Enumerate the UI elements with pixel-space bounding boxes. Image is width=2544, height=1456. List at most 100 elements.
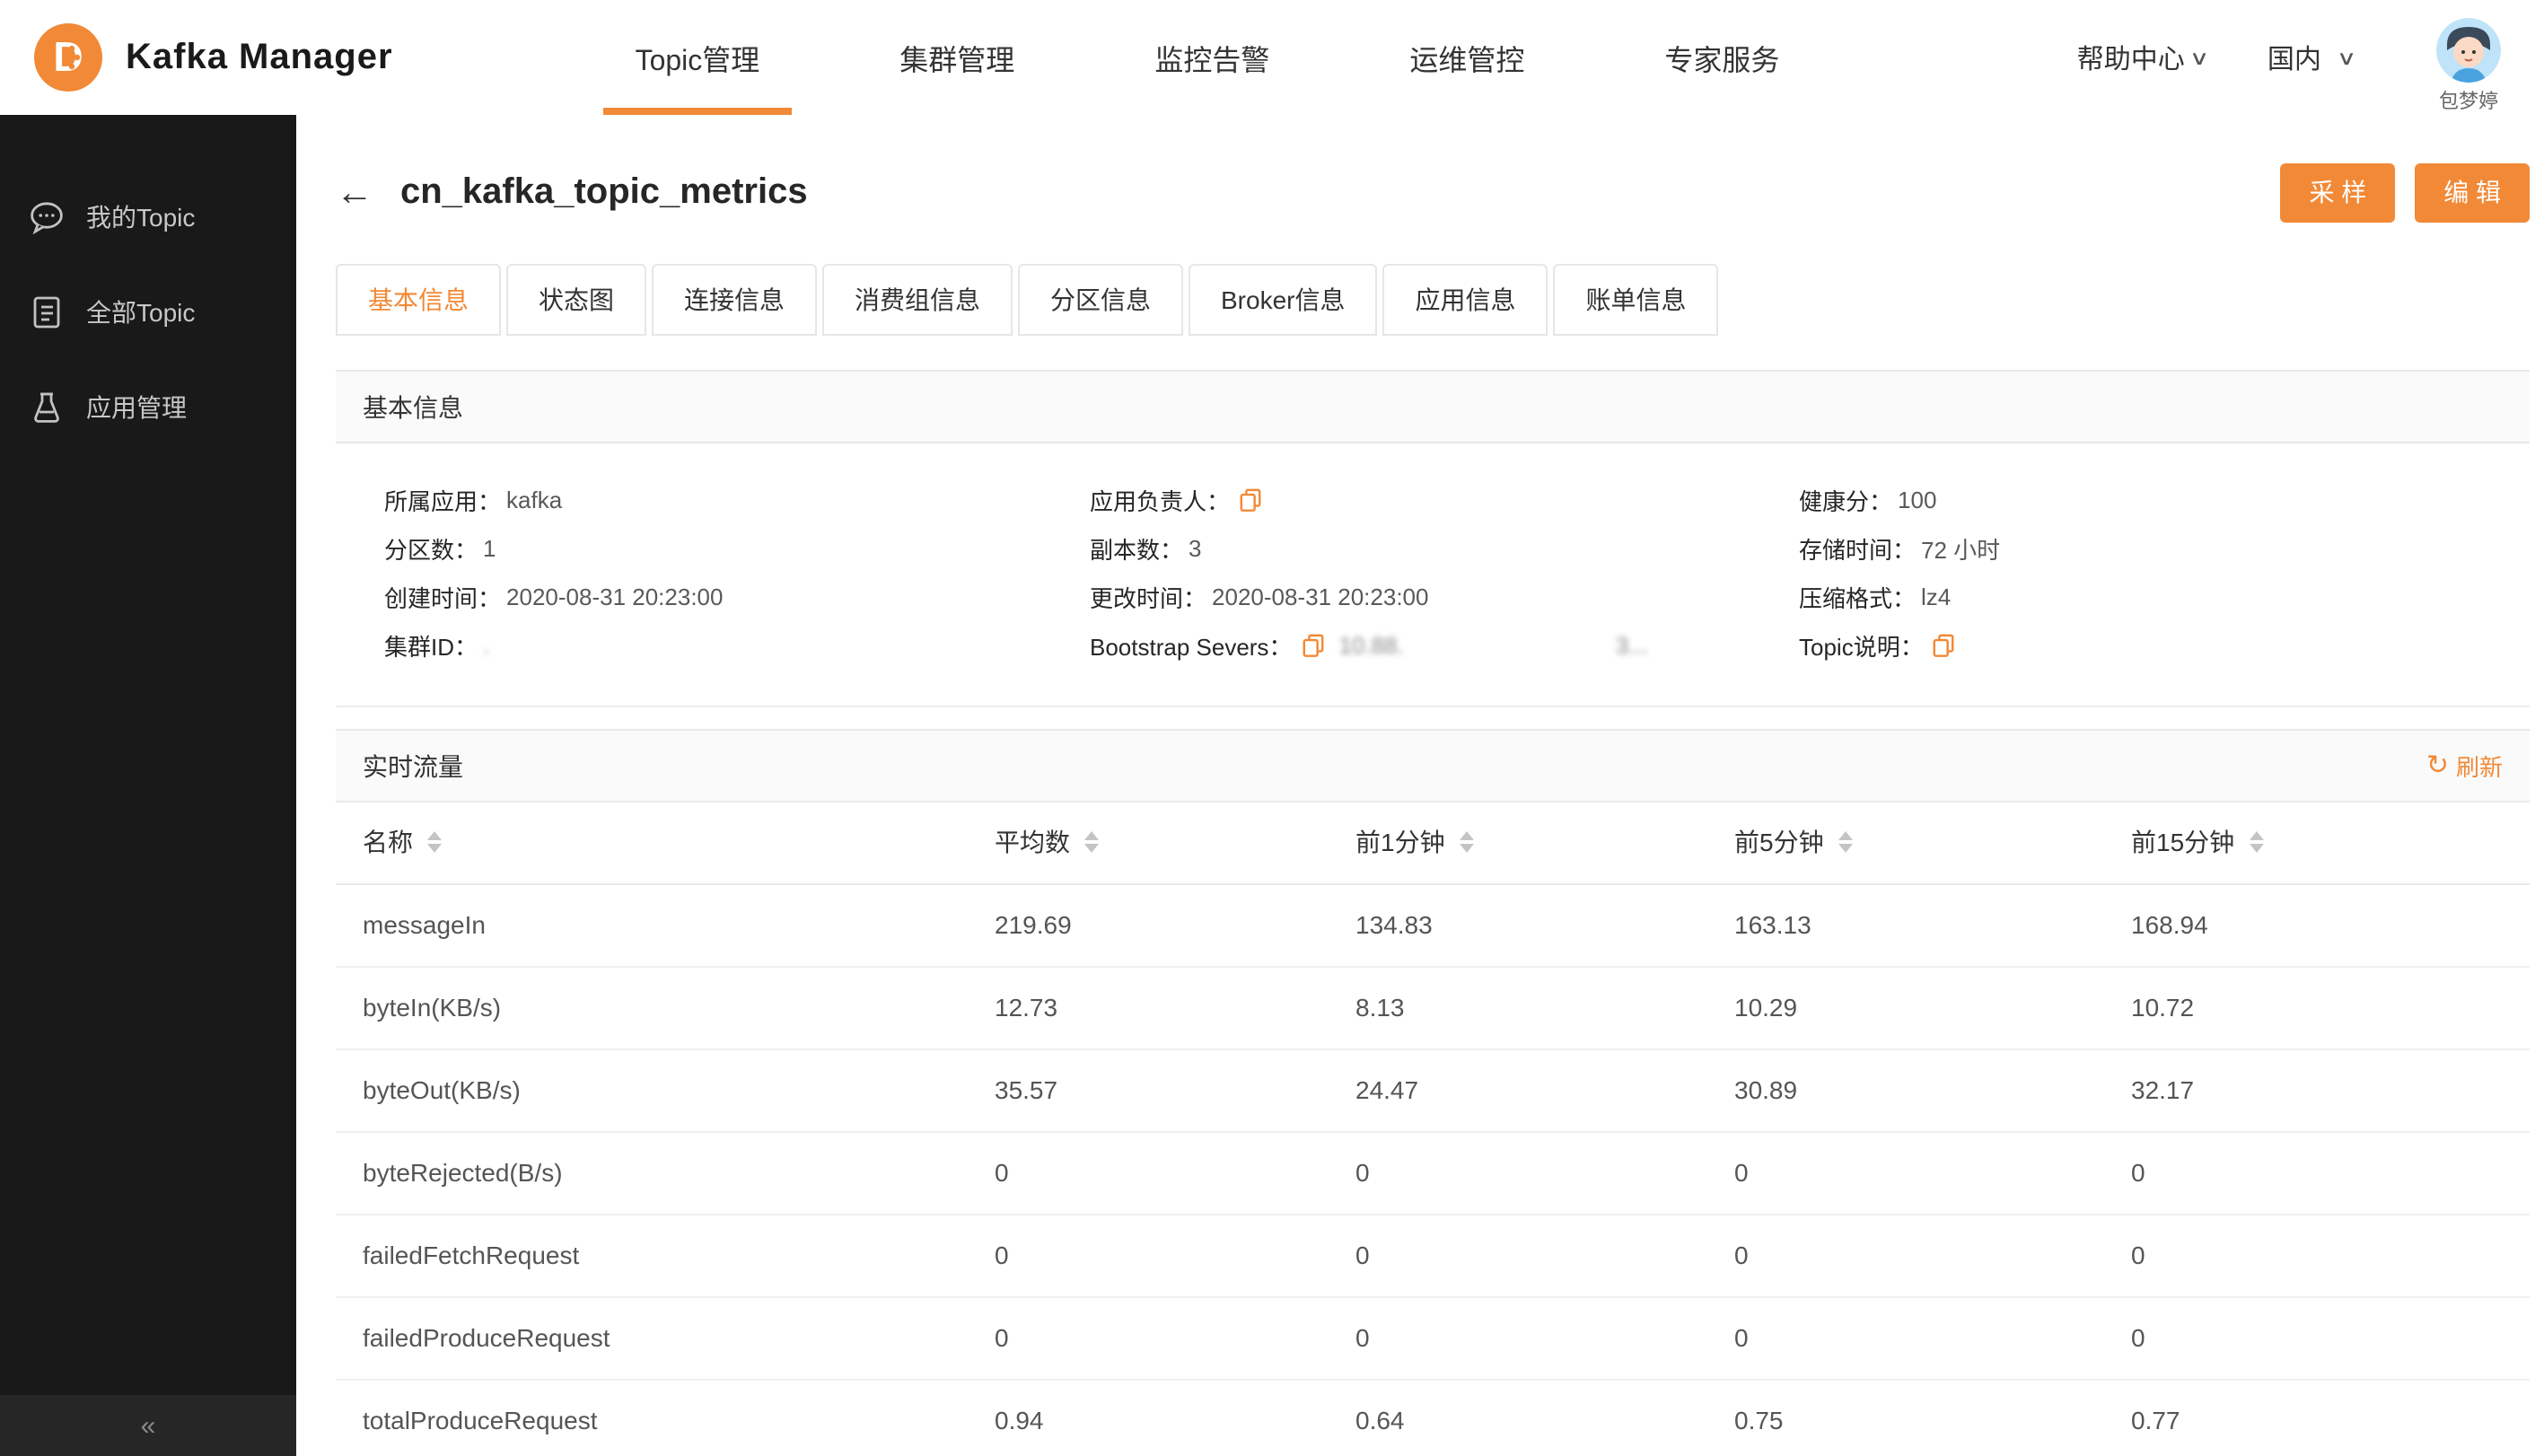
user-menu[interactable]: 包梦婷 <box>2436 18 2501 115</box>
table-row: failedFetchRequest 0 0 0 0 <box>336 1214 2530 1297</box>
help-center-label: 帮助中心 <box>2076 44 2185 75</box>
copy-icon[interactable] <box>1301 634 1324 657</box>
tab-partition-info[interactable]: 分区信息 <box>1018 264 1183 336</box>
field-topic-description: Topic说明： <box>1799 628 2530 662</box>
metric-value: 163.13 <box>1734 883 2131 967</box>
tab-broker-info[interactable]: Broker信息 <box>1189 264 1378 336</box>
field-replica-count: 副本数： 3 <box>1090 531 1799 566</box>
tab-basic-info[interactable]: 基本信息 <box>336 264 501 336</box>
document-list-icon <box>27 292 66 331</box>
field-create-time: 创建时间： 2020-08-31 20:23:00 <box>384 580 1090 614</box>
field-value: kafka <box>506 487 563 513</box>
column-header-name: 名称 <box>336 803 995 884</box>
sort-icon[interactable] <box>1084 831 1099 854</box>
metric-value: 0.94 <box>995 1379 1355 1456</box>
table-row: totalProduceRequest 0.94 0.64 0.75 0.77 <box>336 1379 2530 1456</box>
sample-button[interactable]: 采 样 <box>2280 162 2396 222</box>
field-value: lz4 <box>1921 583 1952 610</box>
sidebar-item-my-topic[interactable]: 我的Topic <box>0 169 296 264</box>
tab-status-chart[interactable]: 状态图 <box>506 264 646 336</box>
tab-app-info[interactable]: 应用信息 <box>1382 264 1548 336</box>
field-label: 更改时间： <box>1090 585 1207 612</box>
collapse-chevrons-icon: « <box>140 1410 156 1441</box>
tab-bill-info[interactable]: 账单信息 <box>1553 264 1719 336</box>
metric-value: 0 <box>995 1131 1355 1215</box>
metric-name: messageIn <box>336 883 995 967</box>
metric-value: 219.69 <box>995 883 1355 967</box>
metric-value: 12.73 <box>995 966 1355 1049</box>
chat-bubble-icon <box>27 197 66 236</box>
table-row: byteRejected(B/s) 0 0 0 0 <box>336 1131 2530 1215</box>
metric-value: 0.77 <box>2131 1379 2530 1456</box>
metric-value: 0 <box>1734 1296 2131 1380</box>
field-owner-app: 所属应用： kafka <box>384 483 1090 517</box>
field-label: 集群ID： <box>384 634 478 661</box>
sidebar-item-label: 我的Topic <box>86 202 196 231</box>
nav-ops-control[interactable]: 运维管控 <box>1377 0 1557 115</box>
page-title: cn_kafka_topic_metrics <box>400 171 808 211</box>
nav-expert-service[interactable]: 专家服务 <box>1632 0 1812 115</box>
metric-name: byteIn(KB/s) <box>336 966 995 1049</box>
avatar[interactable] <box>2436 18 2501 83</box>
sidebar-collapse-button[interactable]: « <box>0 1395 296 1456</box>
field-modify-time: 更改时间： 2020-08-31 20:23:00 <box>1090 580 1799 614</box>
sort-icon[interactable] <box>427 831 442 854</box>
edit-button[interactable]: 编 辑 <box>2415 162 2530 222</box>
metric-name: failedProduceRequest <box>336 1296 995 1380</box>
metric-value: 10.72 <box>2131 966 2530 1049</box>
metric-name: byteOut(KB/s) <box>336 1048 995 1132</box>
field-label: 副本数： <box>1090 537 1184 564</box>
app-logo-icon: D <box>32 22 104 93</box>
sidebar-item-all-topic[interactable]: 全部Topic <box>0 264 296 359</box>
metric-value: 0 <box>2131 1296 2530 1380</box>
basic-info-section-header: 基本信息 <box>336 370 2530 443</box>
refresh-button[interactable]: ↻ 刷新 <box>2426 749 2503 783</box>
region-selector[interactable]: 国内 ∨ <box>2268 39 2356 76</box>
main-nav: Topic管理 集群管理 监控告警 运维管控 专家服务 <box>566 0 1850 115</box>
sort-icon[interactable] <box>1838 831 1853 854</box>
tab-consumer-group-info[interactable]: 消费组信息 <box>822 264 1013 336</box>
help-center-menu[interactable]: 帮助中心 ∨ <box>2076 39 2209 76</box>
sort-icon[interactable] <box>2249 831 2264 854</box>
metric-name: failedFetchRequest <box>336 1214 995 1297</box>
kafka-manager-app: D Kafka Manager Topic管理 集群管理 监控告警 运维管控 专… <box>0 0 2544 1456</box>
metric-value: 8.13 <box>1355 966 1734 1049</box>
flask-icon <box>27 387 66 426</box>
back-arrow-icon[interactable]: ← <box>336 173 373 211</box>
column-header-last-15min: 前15分钟 <box>2131 803 2530 884</box>
refresh-icon: ↻ <box>2426 750 2449 781</box>
basic-info-body: 所属应用： kafka 应用负责人： 健康分： 100 分区数： 1 副本数： … <box>336 443 2530 707</box>
metric-value: 0 <box>1734 1131 2131 1215</box>
copy-icon[interactable] <box>1933 634 1956 657</box>
copy-icon[interactable] <box>1239 488 1262 512</box>
sort-icon[interactable] <box>1459 831 1474 854</box>
field-compression-format: 压缩格式： lz4 <box>1799 580 2530 614</box>
nav-cluster-management[interactable]: 集群管理 <box>867 0 1047 115</box>
metric-value: 0 <box>1355 1214 1734 1297</box>
sidebar-item-label: 全部Topic <box>86 297 196 326</box>
field-value: 3 <box>1189 535 1202 562</box>
metric-value: 0 <box>2131 1214 2530 1297</box>
table-row: byteOut(KB/s) 35.57 24.47 30.89 32.17 <box>336 1048 2530 1132</box>
sidebar: 我的Topic 全部Topic 应用管理 « <box>0 115 296 1456</box>
brand-title: Kafka Manager <box>126 37 393 76</box>
sidebar-item-app-management[interactable]: 应用管理 <box>0 359 296 454</box>
tab-connection-info[interactable]: 连接信息 <box>652 264 817 336</box>
metric-value: 0 <box>1355 1131 1734 1215</box>
table-row: failedProduceRequest 0 0 0 0 <box>336 1296 2530 1380</box>
traffic-table: 名称 平均数 前1分钟 前5分钟 前15分钟 messageIn 219.69 … <box>336 803 2530 1456</box>
metric-value: 0 <box>2131 1131 2530 1215</box>
field-value: 2020-08-31 20:23:00 <box>1212 583 1429 610</box>
nav-topic-management[interactable]: Topic管理 <box>602 0 794 115</box>
metric-value: 134.83 <box>1355 883 1734 967</box>
traffic-section-title: 实时流量 <box>363 751 463 780</box>
metric-value: 10.29 <box>1734 966 2131 1049</box>
field-bootstrap-servers: Bootstrap Severs： 10.88. 3... <box>1090 628 1799 662</box>
nav-monitor-alert[interactable]: 监控告警 <box>1122 0 1302 115</box>
metric-value: 30.89 <box>1734 1048 2131 1132</box>
field-value: 2020-08-31 20:23:00 <box>506 583 724 610</box>
column-header-average: 平均数 <box>995 803 1355 884</box>
field-health-score: 健康分： 100 <box>1799 483 2530 517</box>
field-value: 10.88. <box>1338 632 1404 659</box>
field-label: 所属应用： <box>384 488 502 515</box>
